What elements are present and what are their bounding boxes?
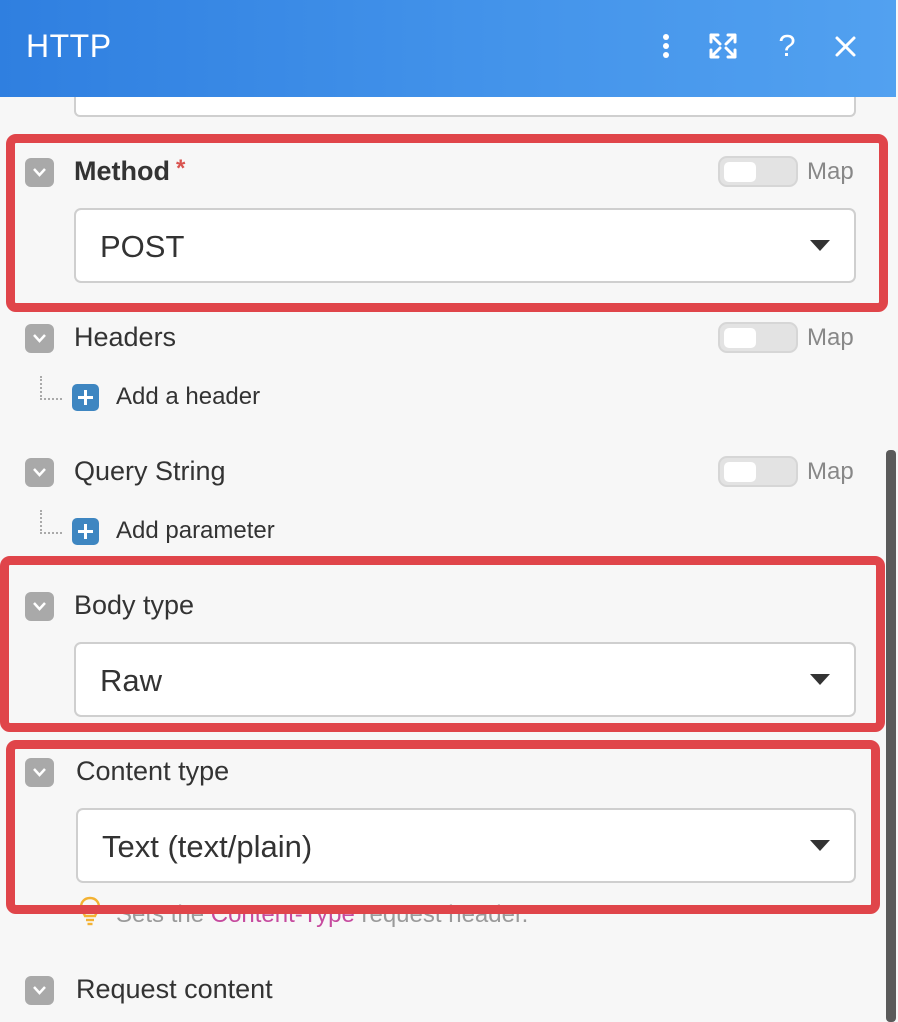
- query-string-collapse-button[interactable]: [25, 458, 54, 487]
- headers-map-toggle[interactable]: [718, 322, 798, 353]
- method-select[interactable]: POST: [74, 208, 856, 283]
- query-string-map-toggle[interactable]: [718, 456, 798, 487]
- hint-suffix: request header.: [354, 901, 529, 928]
- previous-field-input[interactable]: [74, 97, 856, 117]
- hint-code: Content-Type: [210, 901, 355, 928]
- method-label: Method *: [74, 155, 186, 187]
- toggle-knob: [724, 162, 756, 182]
- more-vertical-icon[interactable]: [649, 28, 683, 64]
- module-title: HTTP: [26, 28, 112, 64]
- method-map-toggle[interactable]: [718, 156, 798, 187]
- headers-collapse-button[interactable]: [25, 324, 54, 353]
- help-icon[interactable]: ?: [770, 28, 804, 64]
- plus-icon: [78, 524, 93, 539]
- hint-prefix: Sets the: [116, 901, 211, 928]
- content-type-hint: Sets the Content-Type request header.: [78, 896, 528, 929]
- query-string-map-label: Map: [807, 458, 854, 485]
- chevron-down-icon: [33, 768, 46, 777]
- request-content-label: Request content: [76, 974, 273, 1004]
- chevron-down-icon: [33, 602, 46, 611]
- content-type-select[interactable]: Text (text/plain): [76, 808, 856, 883]
- body-type-collapse-button[interactable]: [25, 592, 54, 621]
- body-type-select-value: Raw: [100, 663, 163, 698]
- content-type-select-value: Text (text/plain): [102, 829, 313, 864]
- plus-icon: [78, 390, 93, 405]
- expand-icon[interactable]: [706, 28, 740, 64]
- required-asterisk: *: [175, 155, 186, 182]
- add-header-label[interactable]: Add a header: [116, 383, 260, 411]
- chevron-down-icon: [33, 986, 46, 995]
- headers-label: Headers: [74, 322, 177, 352]
- scrollbar[interactable]: [886, 450, 896, 1022]
- tree-connector: [40, 510, 62, 534]
- request-content-collapse-button[interactable]: [25, 976, 54, 1005]
- toggle-knob: [724, 462, 756, 482]
- lightbulb-icon: [79, 896, 101, 926]
- add-parameter-button[interactable]: [72, 518, 99, 545]
- body-type-label: Body type: [74, 590, 195, 620]
- add-parameter-label[interactable]: Add parameter: [116, 517, 275, 545]
- method-collapse-button[interactable]: [25, 158, 54, 187]
- caret-down-icon: [810, 674, 830, 685]
- close-icon[interactable]: [829, 28, 863, 64]
- caret-down-icon: [810, 240, 830, 251]
- caret-down-icon: [810, 840, 830, 851]
- chevron-down-icon: [33, 168, 46, 177]
- module-header: HTTP ?: [0, 0, 896, 97]
- chevron-down-icon: [33, 334, 46, 343]
- query-string-label: Query String: [74, 456, 226, 486]
- add-header-button[interactable]: [72, 384, 99, 411]
- body-type-select[interactable]: Raw: [74, 642, 856, 717]
- method-select-value: POST: [100, 229, 185, 264]
- tree-connector: [40, 376, 62, 400]
- chevron-down-icon: [33, 468, 46, 477]
- method-label-text: Method: [74, 156, 170, 186]
- content-type-collapse-button[interactable]: [25, 758, 54, 787]
- method-map-label: Map: [807, 158, 854, 185]
- toggle-knob: [724, 328, 756, 348]
- headers-map-label: Map: [807, 324, 854, 351]
- content-type-label: Content type: [76, 756, 230, 786]
